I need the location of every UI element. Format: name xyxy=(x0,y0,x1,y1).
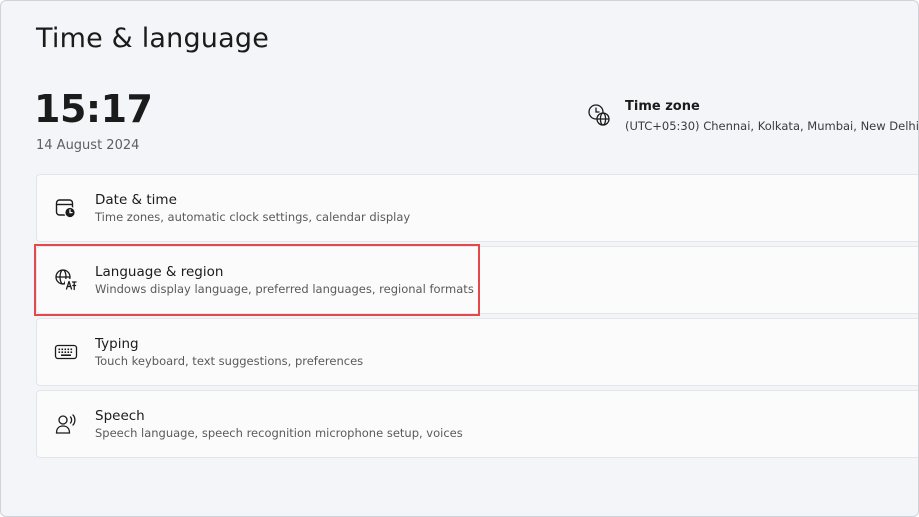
current-time: 15:17 xyxy=(34,87,153,131)
settings-window: Time & language 15:17 14 August 2024 Tim… xyxy=(0,0,919,517)
current-date: 14 August 2024 xyxy=(36,138,140,153)
keyboard-icon xyxy=(54,344,78,360)
settings-item-subtitle: Touch keyboard, text suggestions, prefer… xyxy=(95,353,364,368)
settings-item-title: Language & region xyxy=(95,263,224,280)
settings-item-subtitle: Windows display language, preferred lang… xyxy=(95,281,474,296)
settings-item-subtitle: Time zones, automatic clock settings, ca… xyxy=(95,209,411,224)
clock-globe-icon xyxy=(588,104,610,126)
timezone-title: Time zone xyxy=(625,99,700,114)
settings-item-date-time[interactable]: Date & time Time zones, automatic clock … xyxy=(36,174,918,242)
settings-list: Date & time Time zones, automatic clock … xyxy=(36,174,918,462)
settings-item-subtitle: Speech language, speech recognition micr… xyxy=(95,425,463,440)
settings-item-title: Speech xyxy=(95,407,145,424)
settings-item-title: Date & time xyxy=(95,191,177,208)
language-icon xyxy=(55,269,77,291)
settings-item-title: Typing xyxy=(95,335,139,352)
speech-icon xyxy=(55,414,76,434)
settings-item-speech[interactable]: Speech Speech language, speech recogniti… xyxy=(36,390,918,458)
calendar-clock-icon xyxy=(55,199,76,219)
page-title: Time & language xyxy=(36,23,270,54)
timezone-info: Time zone (UTC+05:30) Chennai, Kolkata, … xyxy=(587,99,919,133)
settings-item-typing[interactable]: Typing Touch keyboard, text suggestions,… xyxy=(36,318,918,386)
settings-item-language-region[interactable]: Language & region Windows display langua… xyxy=(36,246,918,314)
timezone-value: (UTC+05:30) Chennai, Kolkata, Mumbai, Ne… xyxy=(625,119,919,133)
